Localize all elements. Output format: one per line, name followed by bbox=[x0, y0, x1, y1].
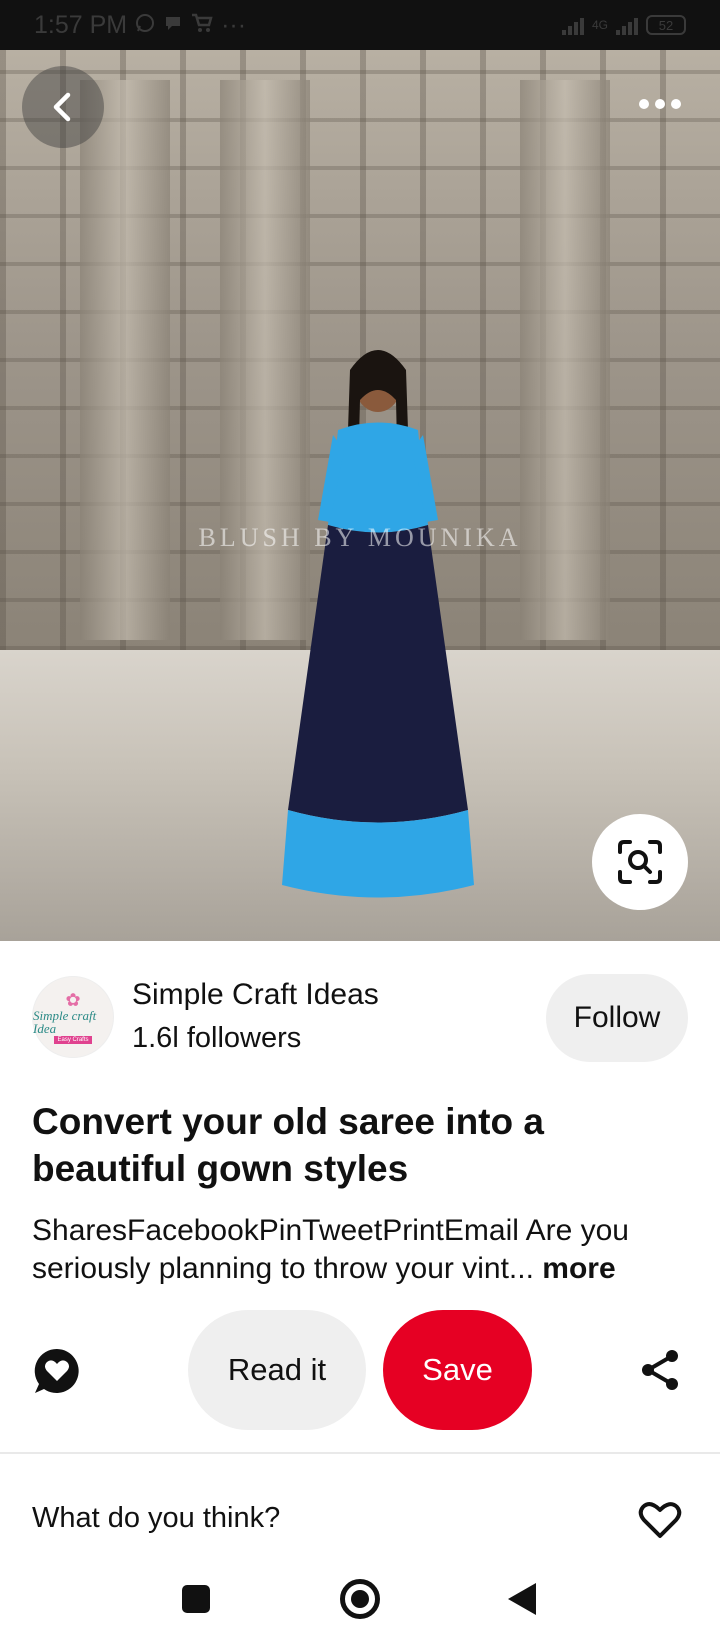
action-row: Read it Save bbox=[0, 1310, 720, 1430]
status-time: 1:57 PM bbox=[34, 10, 128, 39]
signal-icon-2 bbox=[616, 15, 638, 35]
comment-button[interactable] bbox=[32, 1346, 82, 1396]
recent-apps-icon[interactable] bbox=[182, 1585, 210, 1613]
status-bar: 1:57 PM ··· 4G 52 bbox=[0, 0, 720, 50]
signal-icon bbox=[561, 15, 584, 35]
avatar-tag: Easy Crafts bbox=[54, 1035, 92, 1044]
pin-image[interactable]: BLUSH BY MOUNIKA bbox=[0, 50, 720, 941]
comment-heart-icon bbox=[34, 1348, 79, 1393]
follow-button[interactable]: Follow bbox=[546, 974, 688, 1062]
system-nav-bar bbox=[0, 1570, 720, 1650]
chat-icon bbox=[163, 13, 183, 37]
whatsapp-icon bbox=[135, 13, 155, 37]
cart-icon bbox=[191, 13, 213, 37]
creator-name[interactable]: Simple Craft Ideas bbox=[132, 978, 379, 1012]
share-icon bbox=[642, 1350, 678, 1390]
system-back-icon[interactable] bbox=[508, 1583, 536, 1615]
battery-level: 52 bbox=[658, 17, 674, 33]
watermark-text: BLUSH BY MOUNIKA bbox=[198, 523, 522, 552]
follower-count: 1.6l followers bbox=[132, 1022, 302, 1054]
creator-row: ✿ Simple craft Idea Easy Crafts Simple C… bbox=[0, 960, 720, 1070]
status-overflow: ··· bbox=[221, 10, 247, 39]
read-it-button[interactable]: Read it bbox=[188, 1310, 366, 1430]
back-arrow-icon bbox=[53, 92, 71, 122]
carved-pillar-left bbox=[80, 80, 170, 640]
gown-figure bbox=[282, 350, 474, 898]
back-button[interactable] bbox=[22, 66, 104, 148]
like-button[interactable] bbox=[638, 1500, 682, 1540]
battery-icon: 52 bbox=[646, 15, 686, 35]
heart-outline-icon bbox=[638, 1502, 682, 1538]
pin-description: SharesFacebookPinTweetPrintEmail Are you… bbox=[32, 1212, 702, 1288]
visual-search-icon bbox=[618, 840, 662, 884]
more-options-button[interactable] bbox=[620, 70, 700, 138]
avatar-brand-text: Simple craft Idea bbox=[33, 1007, 97, 1036]
carved-pillar-right bbox=[520, 80, 610, 640]
visual-search-button[interactable] bbox=[592, 814, 688, 910]
flower-icon: ✿ bbox=[65, 989, 81, 1010]
share-button[interactable] bbox=[636, 1346, 684, 1394]
network-type: 4G bbox=[591, 18, 608, 32]
status-left: 1:57 PM ··· bbox=[34, 11, 246, 40]
status-right: 4G 52 bbox=[561, 15, 686, 35]
pin-title: Convert your old saree into a beautiful … bbox=[32, 1101, 544, 1189]
divider bbox=[0, 1452, 720, 1454]
pin-description-text: SharesFacebookPinTweetPrintEmail Are you… bbox=[32, 1214, 629, 1285]
comment-prompt[interactable]: What do you think? bbox=[32, 1502, 280, 1535]
more-link[interactable]: more bbox=[542, 1252, 615, 1285]
avatar[interactable]: ✿ Simple craft Idea Easy Crafts bbox=[32, 976, 114, 1058]
more-dots-icon bbox=[639, 99, 649, 109]
save-button[interactable]: Save bbox=[383, 1310, 532, 1430]
home-icon[interactable] bbox=[340, 1579, 380, 1619]
